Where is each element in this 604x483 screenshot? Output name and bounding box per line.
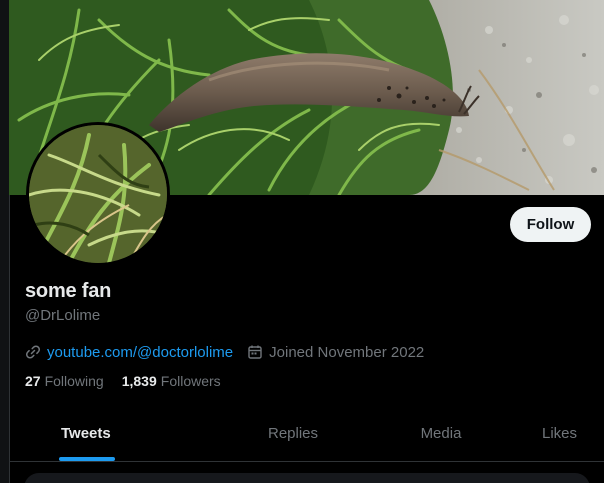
- followers-label: Followers: [160, 373, 221, 389]
- tab-tweets[interactable]: Tweets: [9, 405, 219, 461]
- tab-likes[interactable]: Likes: [515, 405, 604, 461]
- active-tab-indicator: [59, 457, 115, 461]
- profile-meta-row: youtube.com/@doctorlolime Joined Novembe…: [25, 342, 424, 362]
- follow-button[interactable]: Follow: [510, 207, 591, 242]
- following-count: 27: [25, 373, 41, 389]
- followers-stat[interactable]: 1,839 Followers: [122, 373, 221, 389]
- calendar-icon: [247, 344, 263, 360]
- tab-media[interactable]: Media: [367, 405, 515, 461]
- link-icon: [25, 344, 41, 360]
- profile-tabs: Tweets Replies Media Likes: [9, 405, 604, 462]
- following-label: Following: [44, 373, 104, 389]
- tab-media-label: Media: [420, 424, 462, 442]
- followers-count: 1,839: [121, 373, 157, 389]
- joined-date: Joined November 2022: [247, 344, 424, 361]
- website-link[interactable]: youtube.com/@doctorlolime: [47, 344, 233, 361]
- profile-page: Follow some fan @DrLolime youtube.com/@d…: [0, 0, 604, 483]
- tab-replies[interactable]: Replies: [219, 405, 367, 461]
- follow-stats: 27 Following 1,839 Followers: [25, 373, 221, 389]
- tab-likes-label: Likes: [541, 424, 578, 442]
- tab-tweets-label: Tweets: [61, 424, 111, 442]
- profile-avatar[interactable]: [26, 122, 170, 266]
- tab-replies-label: Replies: [267, 424, 319, 442]
- display-name: some fan: [25, 280, 112, 302]
- next-timeline-card[interactable]: [24, 473, 590, 483]
- user-handle: @DrLolime: [25, 307, 101, 324]
- following-stat[interactable]: 27 Following: [25, 373, 104, 389]
- joined-text: Joined November 2022: [269, 343, 425, 361]
